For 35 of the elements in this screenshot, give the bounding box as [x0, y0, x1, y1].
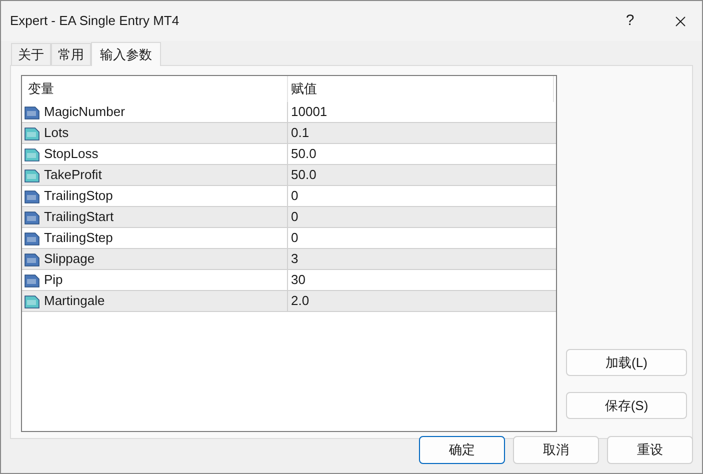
- parameter-name: TrailingStep: [44, 229, 113, 248]
- tab[interactable]: 常用: [51, 43, 91, 65]
- save-button[interactable]: 保存(S): [566, 392, 687, 419]
- parameter-value[interactable]: 0: [288, 228, 556, 248]
- parameter-value[interactable]: 30: [288, 270, 556, 290]
- tab[interactable]: 关于: [11, 43, 51, 65]
- dialog-button[interactable]: 重设: [607, 436, 693, 464]
- parameter-value[interactable]: 3: [288, 249, 556, 269]
- help-button[interactable]: ?: [610, 10, 650, 32]
- parameter-value[interactable]: 0: [288, 186, 556, 206]
- parameter-value[interactable]: 10001: [288, 102, 556, 122]
- parameter-value[interactable]: 50.0: [288, 165, 556, 185]
- load-button[interactable]: 加载(L): [566, 349, 687, 376]
- parameter-value[interactable]: 2.0: [288, 291, 556, 311]
- decimal-type-icon: [24, 294, 40, 308]
- dialog-button[interactable]: 确定: [419, 436, 505, 464]
- decimal-type-icon: [24, 168, 40, 182]
- tab[interactable]: 输入参数: [91, 42, 161, 66]
- parameter-value[interactable]: 0.1: [288, 123, 556, 143]
- parameter-name: MagicNumber: [44, 103, 125, 122]
- parameter-name: Slippage: [44, 250, 95, 268]
- parameter-name: StopLoss: [44, 145, 98, 164]
- parameter-name: TrailingStart: [44, 208, 114, 226]
- parameter-name: Lots: [44, 124, 69, 142]
- dialog-button[interactable]: 取消: [513, 436, 599, 464]
- parameter-name: Pip: [44, 271, 63, 290]
- parameter-value[interactable]: 50.0: [288, 144, 556, 164]
- window-title: Expert - EA Single Entry MT4: [10, 12, 180, 30]
- decimal-type-icon: [24, 126, 40, 140]
- integer-type-icon: [24, 252, 40, 266]
- parameter-name: TakeProfit: [44, 166, 102, 184]
- parameter-value[interactable]: 0: [288, 207, 556, 227]
- parameter-name: Martingale: [44, 292, 105, 310]
- integer-type-icon: [24, 210, 40, 224]
- parameter-name: TrailingStop: [44, 187, 113, 206]
